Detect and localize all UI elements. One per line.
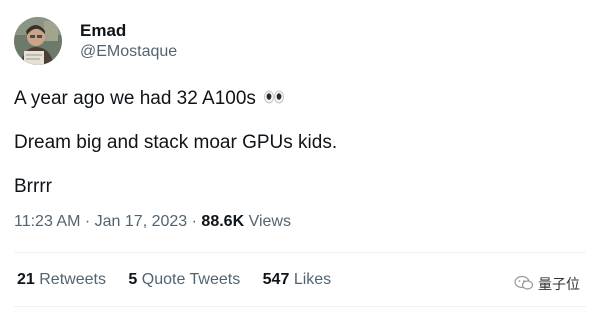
retweets-label: Retweets <box>39 271 106 288</box>
likes-count: 547 <box>262 271 290 288</box>
likes-label: Likes <box>293 271 332 288</box>
author-name[interactable]: Emad <box>80 21 126 41</box>
avatar[interactable] <box>14 17 62 65</box>
watermark-text: 量子位 <box>538 276 580 292</box>
meta-separator: · <box>191 213 197 230</box>
tweet-meta: 11:23 AM · Jan 17, 2023 · 88.6K Views <box>14 213 291 231</box>
eyes-emoji-icon <box>263 88 285 110</box>
divider <box>14 306 586 307</box>
views-count: 88.6K <box>201 213 245 230</box>
views-label: Views <box>248 213 291 230</box>
tweet-text-1: A year ago we had 32 A100s <box>14 88 256 110</box>
engagement-stats: 21 Retweets 5 Quote Tweets 547 Likes <box>17 271 349 289</box>
avatar-image <box>14 17 62 65</box>
tweet-date[interactable]: Jan 17, 2023 <box>95 213 188 230</box>
retweets-stat[interactable]: 21 Retweets <box>17 271 106 289</box>
meta-separator: · <box>84 213 91 230</box>
tweet-time[interactable]: 11:23 AM <box>14 213 80 230</box>
quote-tweets-count: 5 <box>128 271 138 288</box>
likes-stat[interactable]: 547 Likes <box>263 271 332 289</box>
tweet-text-line-2: Dream big and stack moar GPUs kids. <box>14 132 338 153</box>
author-handle[interactable]: @EMostaque <box>80 43 177 61</box>
wechat-logo-icon <box>514 275 534 294</box>
retweets-count: 21 <box>17 271 35 288</box>
quote-tweets-stat[interactable]: 5 Quote Tweets <box>128 271 240 289</box>
tweet-text-line-1: A year ago we had 32 A100s <box>14 88 285 110</box>
tweet-text-line-3: Brrrr <box>14 176 52 197</box>
tweet-card: Emad @EMostaque A year ago we had 32 A10… <box>0 0 600 312</box>
watermark: 量子位 <box>514 274 580 294</box>
quote-tweets-label: Quote Tweets <box>141 271 241 288</box>
divider <box>14 252 586 253</box>
